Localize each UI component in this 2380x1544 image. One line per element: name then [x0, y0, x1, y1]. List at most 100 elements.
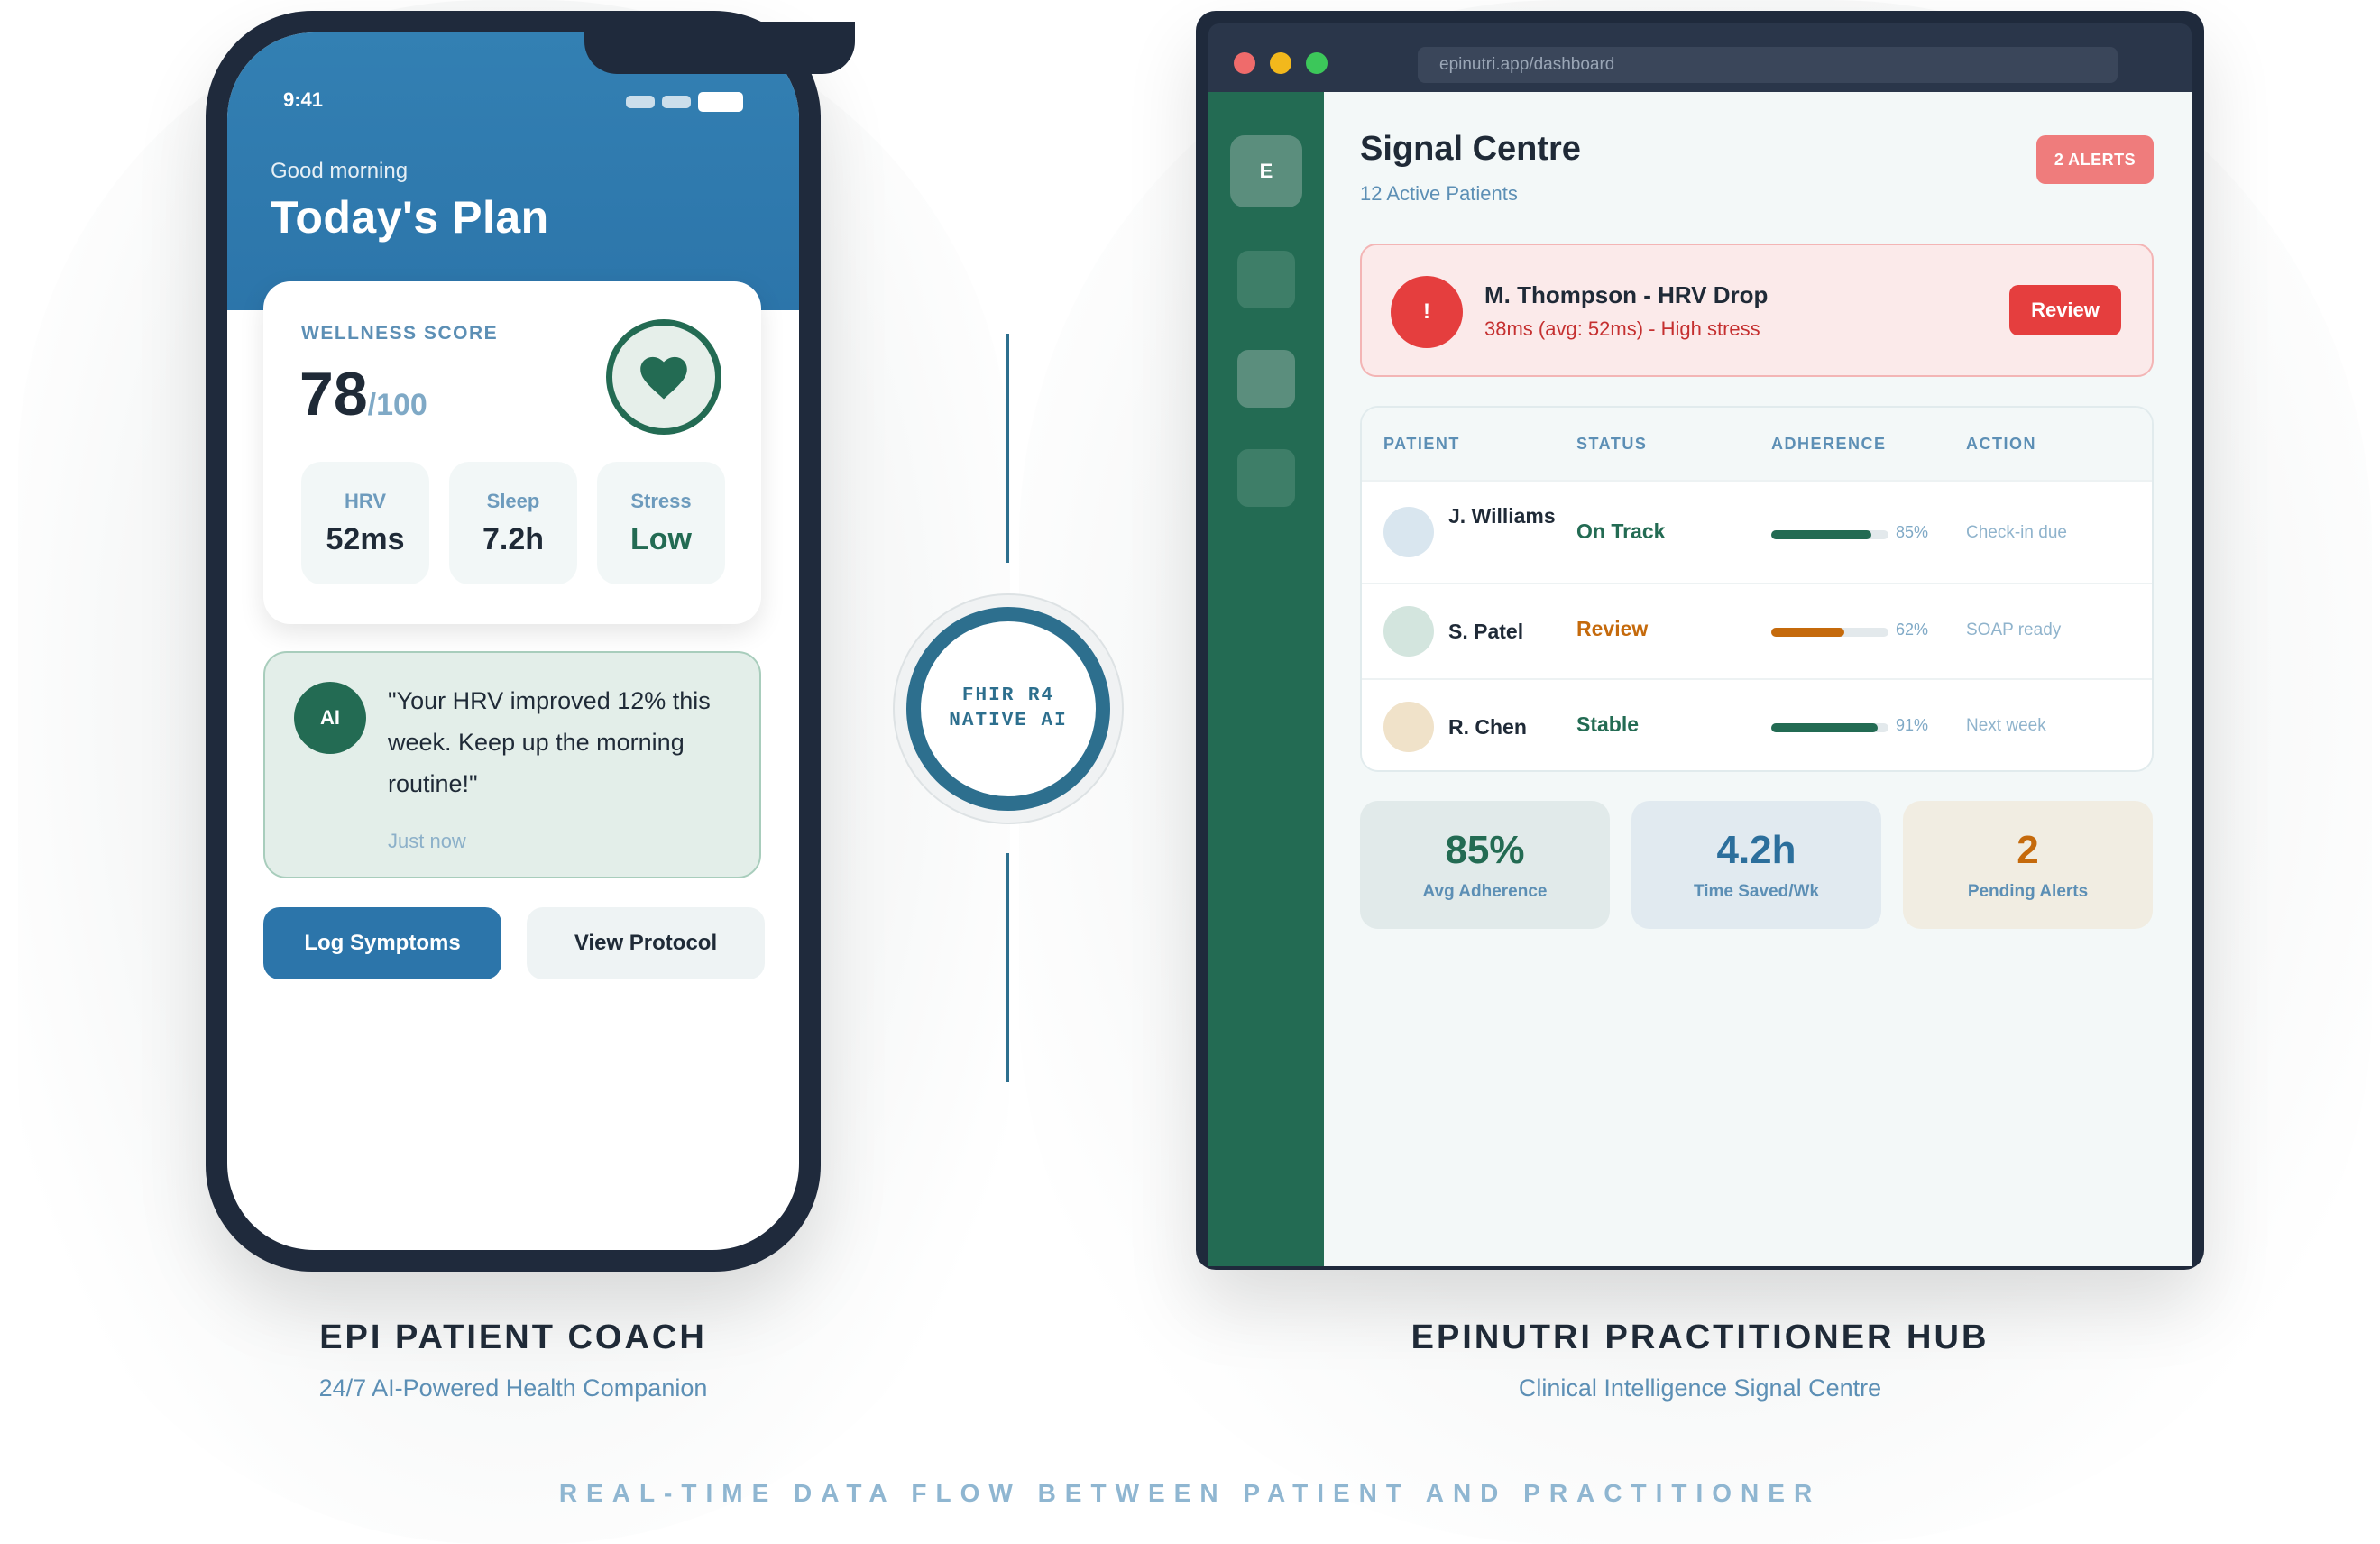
stat-label: Pending Alerts — [1967, 882, 2089, 901]
sidebar-item-2[interactable] — [1237, 350, 1295, 408]
review-button[interactable]: Review — [2009, 285, 2121, 335]
fhir-badge: FHIR R4 NATIVE AI — [893, 593, 1124, 824]
ai-message-time: Just now — [388, 830, 466, 852]
phone-actions: Log Symptoms View Protocol — [263, 907, 765, 979]
browser-caption-title: EPINUTRI PRACTITIONER HUB — [1411, 1319, 1989, 1356]
stat-label: Avg Adherence — [1422, 882, 1548, 901]
practitioner-browser: epinutri.app/dashboard E Signal Centre 1… — [1196, 11, 2204, 1270]
table-row[interactable]: R. Chen Stable 91% Next week — [1362, 678, 2152, 770]
browser-toolbar: epinutri.app/dashboard — [1208, 23, 2192, 92]
connector-line-bottom — [1006, 853, 1009, 1082]
alerts-badge[interactable]: 2 ALERTS — [2036, 135, 2154, 184]
alert-icon: ! — [1391, 276, 1463, 348]
sidebar-logo[interactable]: E — [1230, 135, 1302, 207]
patient-name: J. Williams — [1448, 504, 1556, 528]
fhir-ring: FHIR R4 NATIVE AI — [906, 607, 1110, 811]
dashboard-title: Signal Centre — [1360, 130, 1581, 168]
ai-message-text: "Your HRV improved 12% this week. Keep u… — [388, 687, 711, 797]
wellness-score-value: 78 — [299, 360, 368, 428]
page-title: Today's Plan — [271, 192, 549, 243]
alert-title: M. Thompson - HRV Drop — [1484, 281, 1769, 308]
minimize-window-icon[interactable] — [1270, 52, 1291, 74]
column-header-adherence: ADHERENCE — [1771, 435, 1887, 453]
sidebar-item-1[interactable] — [1237, 251, 1295, 308]
patient-name: S. Patel — [1448, 620, 1524, 643]
maximize-window-icon[interactable] — [1306, 52, 1328, 74]
metric-stress: Stress Low — [597, 462, 725, 584]
battery-icon — [698, 92, 743, 112]
log-symptoms-button[interactable]: Log Symptoms — [263, 907, 501, 979]
metric-label: HRV — [344, 489, 387, 512]
adherence-bar — [1771, 723, 1888, 732]
patient-name: R. Chen — [1448, 715, 1527, 739]
adherence-percent: 85% — [1896, 523, 1929, 541]
wifi-icon — [662, 96, 691, 108]
stat-card-pending-alerts: 2 Pending Alerts — [1903, 801, 2153, 929]
greeting: Good morning — [271, 159, 409, 183]
dashboard-subtitle: 12 Active Patients — [1360, 182, 1518, 205]
avatar — [1383, 702, 1434, 752]
footer-tagline: REAL-TIME DATA FLOW BETWEEN PATIENT AND … — [558, 1479, 1822, 1507]
phone-caption-title: EPI PATIENT COACH — [319, 1319, 707, 1356]
wellness-label: WELLNESS SCORE — [301, 323, 499, 344]
adherence-bar-fill — [1771, 723, 1879, 732]
patient-status: Stable — [1576, 712, 1640, 736]
table-row[interactable]: S. Patel Review 62% SOAP ready — [1362, 583, 2152, 678]
row-action-link[interactable]: SOAP ready — [1966, 620, 2061, 640]
metric-tiles: HRV 52ms Sleep 7.2h Stress Low — [301, 462, 725, 584]
metric-value: 7.2h — [482, 521, 545, 556]
stat-card-time-saved: 4.2h Time Saved/Wk — [1631, 801, 1881, 929]
alert-detail: 38ms (avg: 52ms) - High stress — [1484, 317, 1760, 340]
metric-label: Stress — [630, 489, 692, 512]
phone-notch — [584, 22, 855, 74]
metric-value: Low — [630, 521, 692, 556]
view-protocol-button[interactable]: View Protocol — [527, 907, 765, 979]
adherence-percent: 91% — [1896, 716, 1929, 734]
table-header: PATIENT STATUS ADHERENCE ACTION — [1362, 408, 2152, 480]
heart-icon — [606, 319, 721, 435]
stat-value: 4.2h — [1716, 828, 1796, 872]
patient-status: Review — [1576, 617, 1649, 640]
adherence-percent: 62% — [1896, 620, 1929, 639]
wellness-card: WELLNESS SCORE 78/100 HRV 52ms Sleep 7.2… — [263, 281, 761, 624]
avatar — [1383, 606, 1434, 657]
status-icons — [626, 92, 743, 112]
patient-table: PATIENT STATUS ADHERENCE ACTION J. Willi… — [1360, 406, 2154, 772]
metric-label: Sleep — [486, 489, 540, 512]
wellness-score-max: /100 — [367, 388, 427, 422]
patient-status: On Track — [1576, 519, 1666, 543]
column-header-action: ACTION — [1966, 435, 2036, 453]
stat-value: 2 — [2017, 828, 2039, 872]
sidebar: E — [1208, 92, 1324, 1266]
stat-value: 85% — [1445, 828, 1525, 872]
address-bar[interactable]: epinutri.app/dashboard — [1418, 47, 2118, 83]
column-header-patient: PATIENT — [1383, 435, 1460, 453]
sidebar-item-3[interactable] — [1237, 449, 1295, 507]
adherence-bar — [1771, 530, 1888, 539]
close-window-icon[interactable] — [1234, 52, 1255, 74]
metric-sleep: Sleep 7.2h — [449, 462, 577, 584]
metric-value: 52ms — [326, 521, 405, 556]
alert-card: ! M. Thompson - HRV Drop 38ms (avg: 52ms… — [1360, 244, 2154, 377]
dashboard-main: Signal Centre 12 Active Patients 2 ALERT… — [1324, 92, 2192, 1266]
adherence-bar-fill — [1771, 628, 1844, 637]
browser-caption-subtitle: Clinical Intelligence Signal Centre — [1518, 1374, 1882, 1402]
column-header-status: STATUS — [1576, 435, 1648, 453]
phone-caption-subtitle: 24/7 AI-Powered Health Companion — [318, 1374, 708, 1402]
status-time: 9:41 — [283, 88, 324, 111]
phone-screen: 9:41 Good morning Today's Plan WELLNESS … — [227, 32, 799, 1250]
metric-hrv: HRV 52ms — [301, 462, 429, 584]
connector-line-top — [1006, 334, 1009, 563]
ai-message-card: AI "Your HRV improved 12% this week. Kee… — [263, 651, 761, 878]
wellness-score: 78/100 — [299, 359, 427, 429]
table-row[interactable]: J. Williams On Track 85% Check-in due — [1362, 480, 2152, 583]
signal-icon — [626, 96, 655, 108]
ai-avatar: AI — [294, 682, 366, 754]
row-action-link[interactable]: Check-in due — [1966, 523, 2067, 543]
browser-content: E Signal Centre 12 Active Patients 2 ALE… — [1208, 92, 2192, 1266]
patient-phone: 9:41 Good morning Today's Plan WELLNESS … — [206, 11, 855, 1272]
adherence-bar-fill — [1771, 530, 1871, 539]
row-action-link[interactable]: Next week — [1966, 716, 2046, 736]
stat-label: Time Saved/Wk — [1693, 882, 1820, 901]
adherence-bar — [1771, 628, 1888, 637]
